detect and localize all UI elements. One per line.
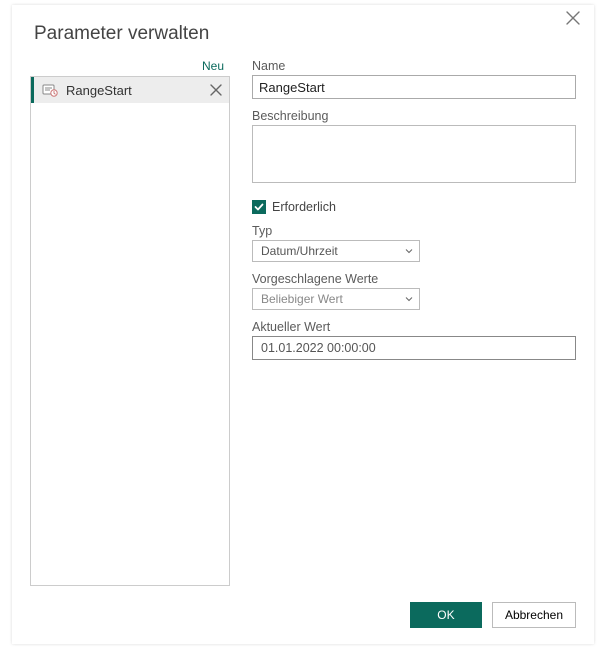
type-field-group: Typ Datum/Uhrzeit	[252, 224, 576, 262]
manage-parameters-dialog: Parameter verwalten Neu RangeStart	[12, 5, 594, 644]
required-row: Erforderlich	[252, 200, 576, 214]
close-icon[interactable]	[566, 11, 584, 29]
name-field-group: Name	[252, 59, 576, 99]
suggested-values-label: Vorgeschlagene Werte	[252, 272, 576, 286]
dialog-footer: OK Abbrechen	[30, 586, 576, 628]
type-select-value: Datum/Uhrzeit	[261, 244, 338, 258]
type-label: Typ	[252, 224, 576, 238]
description-field-group: Beschreibung	[252, 109, 576, 186]
suggested-values-select[interactable]: Beliebiger Wert	[252, 288, 420, 310]
description-label: Beschreibung	[252, 109, 576, 123]
required-label: Erforderlich	[272, 200, 336, 214]
delete-parameter-icon[interactable]	[209, 83, 223, 97]
chevron-down-icon	[405, 292, 413, 306]
type-select[interactable]: Datum/Uhrzeit	[252, 240, 420, 262]
right-pane: Name Beschreibung Erforderlich Typ Datum…	[230, 59, 576, 586]
required-checkbox[interactable]	[252, 200, 266, 214]
current-value-field-group: Aktueller Wert	[252, 320, 576, 360]
parameter-icon	[42, 82, 58, 98]
suggested-values-field-group: Vorgeschlagene Werte Beliebiger Wert	[252, 272, 576, 310]
ok-button[interactable]: OK	[410, 602, 482, 628]
suggested-values-value: Beliebiger Wert	[261, 292, 343, 306]
name-label: Name	[252, 59, 576, 73]
name-input[interactable]	[252, 75, 576, 99]
dialog-body: Neu RangeStart	[30, 59, 576, 586]
left-pane: Neu RangeStart	[30, 59, 230, 586]
new-parameter-link[interactable]: Neu	[30, 59, 230, 76]
dialog-title: Parameter verwalten	[34, 23, 576, 45]
parameter-list-item[interactable]: RangeStart	[31, 77, 229, 103]
cancel-button[interactable]: Abbrechen	[492, 602, 576, 628]
spacer	[252, 370, 576, 586]
current-value-label: Aktueller Wert	[252, 320, 576, 334]
description-textarea[interactable]	[252, 125, 576, 183]
current-value-input[interactable]	[252, 336, 576, 360]
parameter-list: RangeStart	[30, 76, 230, 586]
parameter-item-label: RangeStart	[66, 83, 209, 98]
chevron-down-icon	[405, 244, 413, 258]
